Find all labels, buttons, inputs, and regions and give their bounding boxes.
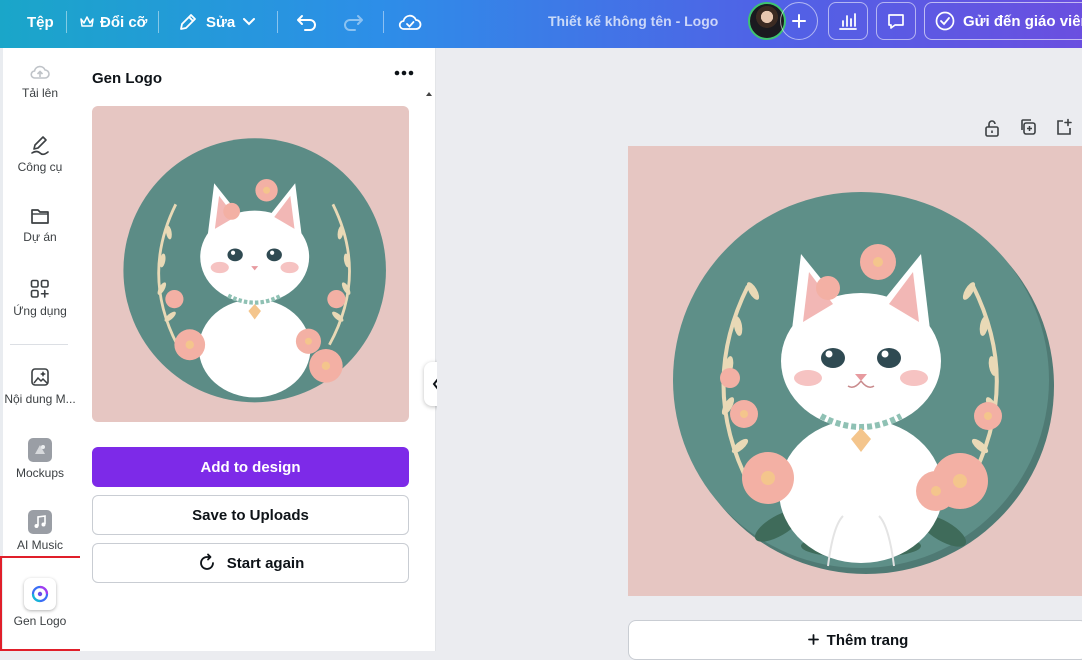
send-to-teacher-button[interactable]: Gửi đến giáo viên bbox=[924, 2, 1082, 40]
toolbar-divider bbox=[277, 11, 278, 33]
refresh-icon bbox=[197, 553, 217, 573]
toolbar-divider bbox=[383, 11, 384, 33]
add-to-design-label: Add to design bbox=[200, 458, 301, 476]
start-again-button[interactable]: Start again bbox=[92, 543, 409, 583]
add-collaborator-button[interactable] bbox=[780, 2, 818, 40]
rail-item-projects[interactable]: Dự án bbox=[0, 206, 80, 244]
magic-image-icon bbox=[29, 366, 51, 388]
gen-logo-panel: Gen Logo Add to design Save to Uploads S… bbox=[80, 48, 436, 651]
apps-icon bbox=[29, 278, 51, 300]
rail-item-apps[interactable]: Ứng dụng bbox=[0, 278, 80, 318]
mockups-icon bbox=[28, 438, 52, 462]
rail-label: Dự án bbox=[23, 230, 57, 244]
plus-icon bbox=[807, 632, 819, 645]
save-to-uploads-button[interactable]: Save to Uploads bbox=[92, 495, 409, 535]
add-to-design-button[interactable]: Add to design bbox=[92, 447, 409, 487]
document-title[interactable]: Thiết kế không tên - Logo bbox=[548, 13, 718, 29]
toolbar-divider bbox=[158, 11, 159, 33]
comment-icon bbox=[886, 11, 906, 31]
add-page-button[interactable]: Thêm trang bbox=[628, 620, 1082, 660]
bar-chart-icon bbox=[838, 12, 858, 30]
rail-label: Công cụ bbox=[17, 160, 63, 174]
pencil-icon bbox=[178, 12, 198, 32]
rail-item-uploads[interactable]: Tải lên bbox=[0, 62, 80, 100]
file-menu-label: Tệp bbox=[27, 13, 54, 31]
rail-item-tools[interactable]: Công cụ bbox=[0, 134, 80, 174]
add-page-label: Thêm trang bbox=[826, 632, 909, 649]
check-circle-icon bbox=[935, 11, 955, 31]
panel-title: Gen Logo bbox=[92, 70, 162, 87]
save-to-uploads-label: Save to Uploads bbox=[192, 506, 309, 524]
insights-button[interactable] bbox=[828, 2, 868, 40]
lock-page-button[interactable] bbox=[983, 118, 1001, 138]
rail-label: Nội dung M... bbox=[4, 392, 76, 406]
generated-logo-preview[interactable] bbox=[92, 106, 409, 422]
edit-menu[interactable]: Sửa bbox=[178, 0, 256, 44]
comments-button[interactable] bbox=[876, 2, 916, 40]
cat-logo-image bbox=[123, 138, 386, 403]
design-page[interactable] bbox=[628, 146, 1082, 596]
send-to-teacher-label: Gửi đến giáo viên bbox=[963, 12, 1082, 30]
start-again-label: Start again bbox=[226, 554, 305, 572]
more-options-button[interactable] bbox=[394, 70, 414, 76]
plus-icon bbox=[792, 14, 806, 28]
undo-icon bbox=[296, 13, 318, 31]
cloud-upload-icon bbox=[29, 62, 51, 82]
rail-label: Ứng dụng bbox=[13, 304, 67, 318]
rail-label: Tải lên bbox=[21, 86, 59, 100]
cat-logo-design bbox=[673, 192, 1054, 574]
rail-item-ai-music[interactable]: AI Music bbox=[0, 510, 80, 552]
lock-icon bbox=[983, 118, 1001, 138]
folder-icon bbox=[29, 206, 51, 226]
rail-label: AI Music bbox=[16, 538, 63, 552]
toolbar-divider bbox=[66, 11, 67, 33]
rail-divider bbox=[10, 344, 68, 345]
top-bar: Tệp Đổi cỡ Sửa Thiết kế không tên - Logo bbox=[0, 0, 1082, 48]
redo-icon bbox=[342, 13, 364, 31]
undo-button[interactable] bbox=[296, 0, 318, 44]
music-icon bbox=[28, 510, 52, 534]
crown-icon bbox=[80, 16, 94, 28]
resize-button[interactable]: Đổi cỡ bbox=[80, 0, 147, 44]
highlight-box bbox=[0, 556, 90, 651]
cloud-check-icon bbox=[398, 13, 422, 31]
rail-item-magic-media[interactable]: Nội dung M... bbox=[0, 366, 80, 406]
chevron-down-icon bbox=[243, 18, 256, 26]
duplicate-page-button[interactable] bbox=[1019, 118, 1037, 136]
duplicate-icon bbox=[1019, 118, 1037, 136]
add-page-icon bbox=[1055, 118, 1073, 136]
pen-icon bbox=[29, 134, 51, 156]
file-menu[interactable]: Tệp bbox=[27, 0, 54, 44]
scrollbar-arrow[interactable] bbox=[426, 92, 432, 96]
add-page-icon-button[interactable] bbox=[1055, 118, 1073, 136]
edit-label: Sửa bbox=[206, 13, 236, 31]
save-status-button[interactable] bbox=[398, 0, 422, 44]
redo-button[interactable] bbox=[342, 0, 364, 44]
rail-item-mockups[interactable]: Mockups bbox=[0, 438, 80, 480]
rail-label: Mockups bbox=[15, 466, 65, 480]
resize-label: Đổi cỡ bbox=[100, 13, 148, 31]
